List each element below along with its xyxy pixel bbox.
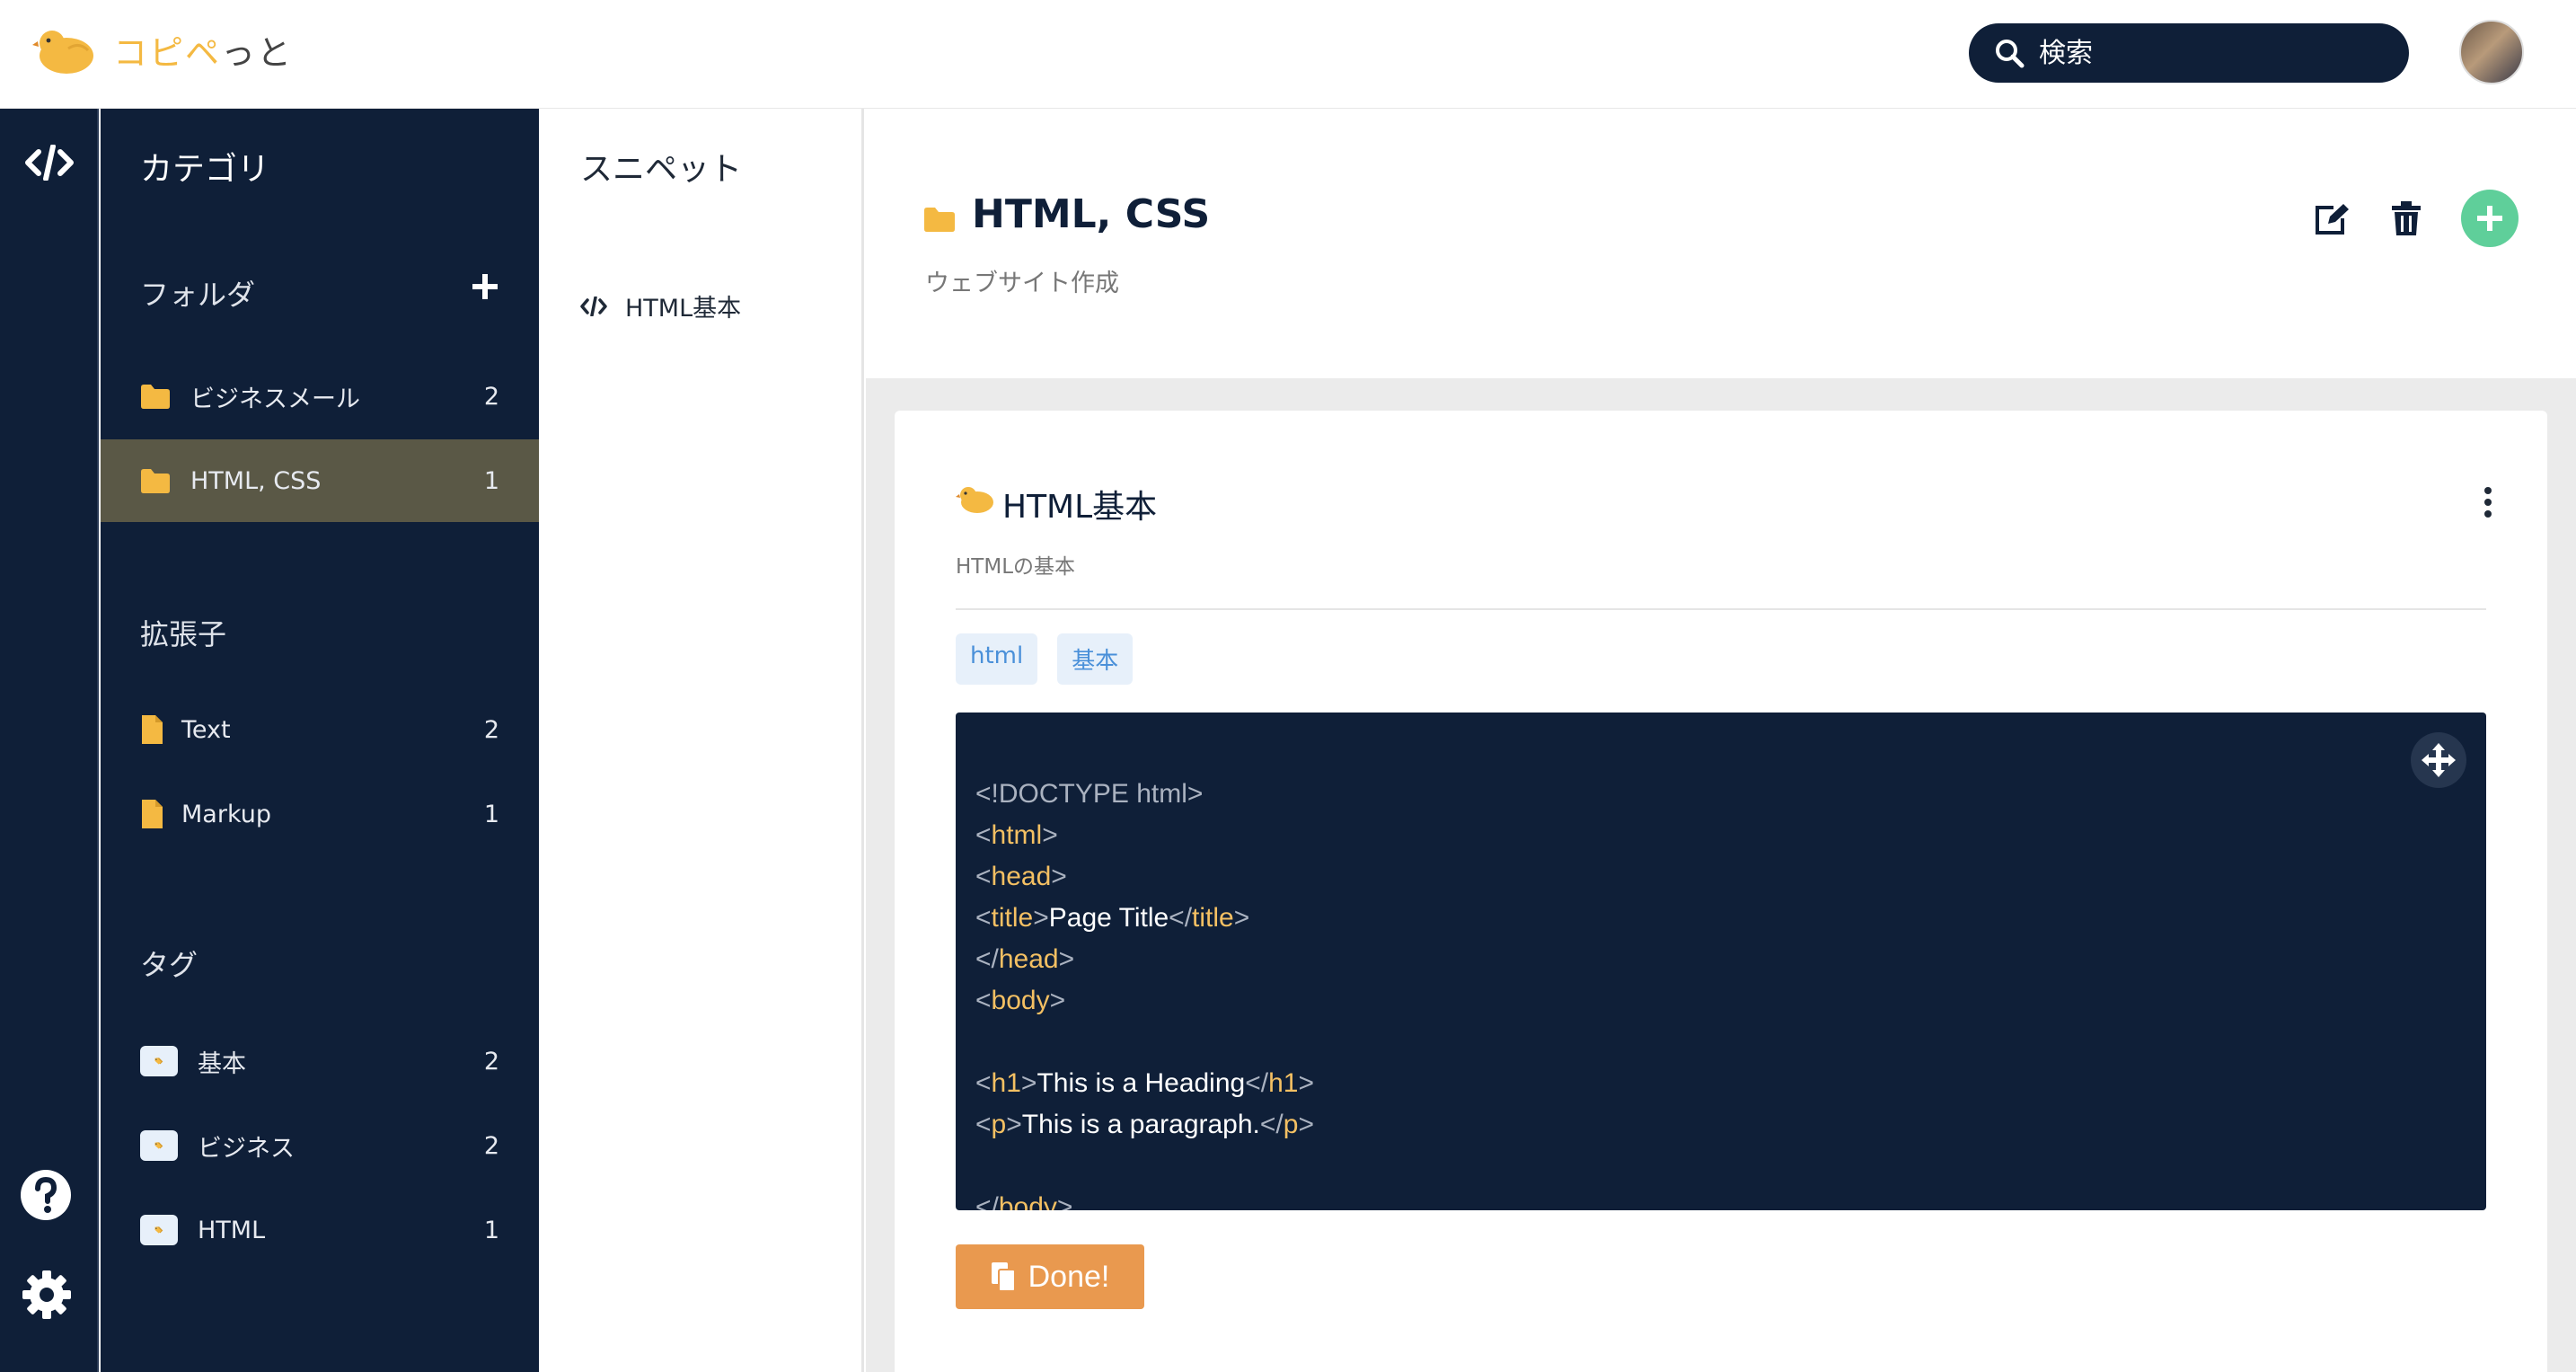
sidebar-item-markup[interactable]: Markup 1	[101, 773, 539, 855]
code-p-text: This is a paragraph.	[1021, 1110, 1260, 1139]
file-icon	[142, 715, 163, 744]
edit-icon[interactable]	[2314, 202, 2350, 236]
tags-icon	[140, 1215, 178, 1245]
sidebar-title: カテゴリ	[140, 151, 270, 188]
item-count: 1	[483, 1216, 499, 1244]
trash-icon[interactable]	[2391, 200, 2422, 236]
icon-rail	[0, 109, 99, 1372]
bird-icon	[956, 487, 993, 513]
snippet-tags: html 基本	[956, 633, 1134, 685]
folder-icon	[141, 385, 170, 409]
tag-badge[interactable]: html	[956, 633, 1038, 685]
snippet-title: HTML基本	[1002, 489, 1158, 526]
item-count: 2	[483, 715, 499, 744]
move-icon	[2422, 743, 2456, 777]
sidebar-item-label: ビジネス	[198, 1134, 295, 1163]
category-sidebar: カテゴリ フォルダ ビジネスメール 2 HTML, CSS 1 拡張子 Text…	[101, 109, 539, 1372]
app-name-rest: っと	[221, 32, 294, 73]
snippet-list-title: スニペット	[580, 151, 743, 188]
item-count: 1	[483, 800, 499, 828]
folder-icon	[924, 208, 955, 232]
tags-heading: タグ	[140, 948, 198, 982]
folder-subtitle: ウェブサイト作成	[925, 270, 1119, 297]
snippet-item-html-basic[interactable]: HTML基本	[580, 288, 741, 323]
avatar[interactable]	[2459, 20, 2524, 84]
snippet-card: HTML基本 HTMLの基本 html 基本 <!DOCTYPE html> <…	[895, 411, 2547, 1372]
sidebar-item-label: HTML, CSS	[190, 466, 322, 495]
copy-button-label: Done!	[1028, 1259, 1110, 1294]
code-icon	[580, 296, 607, 316]
copy-button[interactable]: Done!	[956, 1244, 1144, 1309]
code-title-text: Page Title	[1048, 903, 1169, 933]
top-bar: コピペっと	[0, 0, 2576, 109]
divider	[956, 608, 2486, 610]
sidebar-item-tag-basic[interactable]: 基本 2	[101, 1020, 539, 1102]
sidebar-item-business-mail[interactable]: ビジネスメール 2	[101, 355, 539, 438]
search-icon	[1996, 40, 2025, 68]
add-folder-icon[interactable]	[471, 272, 499, 301]
add-snippet-button[interactable]	[2461, 190, 2519, 247]
app-logo[interactable]: コピペっと	[32, 22, 293, 77]
plus-icon	[2477, 206, 2502, 231]
snippet-subtitle: HTMLの基本	[956, 555, 1076, 579]
extensions-heading: 拡張子	[140, 617, 227, 651]
tag-badge[interactable]: 基本	[1057, 633, 1134, 685]
snippet-item-label: HTML基本	[625, 295, 742, 323]
search-input[interactable]	[2039, 37, 2380, 69]
help-icon[interactable]	[20, 1169, 72, 1221]
sidebar-item-html-css[interactable]: HTML, CSS 1	[101, 439, 539, 522]
sidebar-item-text[interactable]: Text 2	[101, 688, 539, 771]
copy-icon	[991, 1262, 1016, 1292]
tags-icon	[140, 1046, 178, 1076]
gear-icon[interactable]	[22, 1270, 72, 1320]
folder-icon	[141, 469, 170, 493]
search-bar[interactable]	[1969, 23, 2409, 83]
sidebar-item-label: 基本	[198, 1049, 246, 1078]
code-content: <!DOCTYPE html> <html> <head> <title>Pag…	[975, 779, 1314, 1210]
sidebar-item-label: Markup	[181, 800, 271, 828]
sidebar-item-label: Text	[181, 715, 231, 744]
folder-title: HTML, CSS	[972, 191, 1211, 237]
main-panel: HTML, CSS ウェブサイト作成 HTML基本 HTMLの基本 html 基…	[866, 109, 2576, 1372]
app-name-accent: コピペ	[113, 32, 222, 73]
code-h1-text: This is a Heading	[1037, 1068, 1246, 1098]
sidebar-item-tag-html[interactable]: HTML 1	[101, 1189, 539, 1271]
move-button[interactable]	[2411, 732, 2466, 788]
sidebar-item-label: ビジネスメール	[190, 385, 360, 413]
sidebar-item-tag-business[interactable]: ビジネス 2	[101, 1104, 539, 1187]
tags-icon	[140, 1130, 178, 1161]
sidebar-item-label: HTML	[198, 1216, 266, 1244]
folder-header: HTML, CSS ウェブサイト作成	[866, 109, 2576, 378]
kebab-menu-icon[interactable]	[2483, 486, 2493, 518]
code-block[interactable]: <!DOCTYPE html> <html> <head> <title>Pag…	[956, 713, 2486, 1210]
item-count: 2	[483, 382, 499, 411]
folders-heading: フォルダ	[140, 278, 256, 312]
code-doctype: <!DOCTYPE html>	[975, 779, 1204, 809]
code-icon[interactable]	[24, 145, 75, 181]
item-count: 1	[483, 466, 499, 495]
bird-icon	[32, 31, 93, 74]
app-name: コピペっと	[113, 25, 293, 75]
item-count: 2	[483, 1047, 499, 1075]
snippet-list: スニペット HTML基本	[539, 109, 864, 1372]
item-count: 2	[483, 1131, 499, 1160]
file-icon	[142, 800, 163, 828]
